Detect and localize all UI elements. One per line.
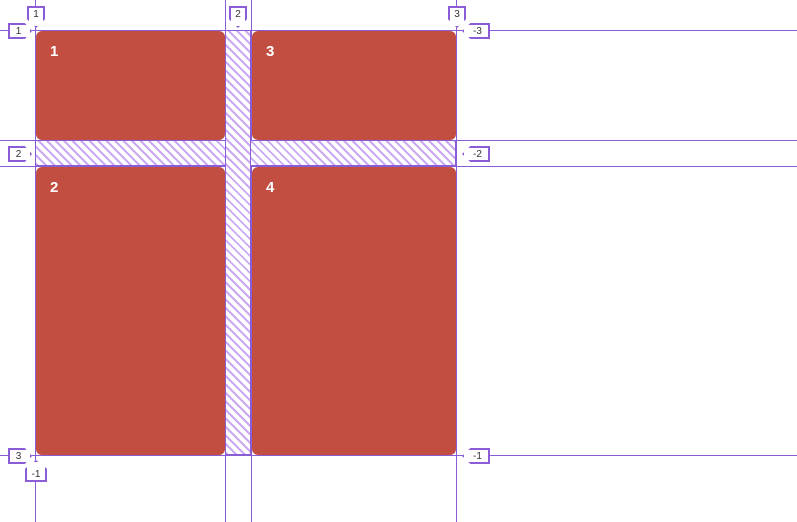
col-badge-top-1: 1: [27, 6, 45, 28]
col-gap-hatch: [225, 30, 251, 455]
row-badge-left-3: 3: [8, 448, 32, 464]
row-badge-right-neg2: -2: [462, 146, 490, 162]
cell-label: 3: [266, 43, 274, 60]
row-badge-right-neg3: -3: [462, 23, 490, 39]
grid-cell-2: 2: [36, 167, 225, 455]
grid-cell-1: 1: [36, 31, 225, 140]
row-line-3: [0, 455, 797, 456]
row-badge-right-neg1: -1: [462, 448, 490, 464]
col-badge-top-3: 3: [448, 6, 466, 28]
grid-inspector-diagram: 1 2 3 4 1 2 3 1 2 3 -3 -2 -1 -1: [0, 0, 797, 522]
cell-label: 4: [266, 179, 274, 196]
col-badge-top-2: 2: [229, 6, 247, 28]
cell-label: 2: [50, 179, 58, 196]
row-badge-left-1: 1: [8, 23, 32, 39]
col-badge-bot-neg1: -1: [25, 460, 47, 482]
row-badge-left-2: 2: [8, 146, 32, 162]
col-line-3: [456, 0, 457, 522]
grid-cell-3: 3: [252, 31, 456, 140]
cell-label: 1: [50, 43, 58, 60]
grid-cell-4: 4: [252, 167, 456, 455]
